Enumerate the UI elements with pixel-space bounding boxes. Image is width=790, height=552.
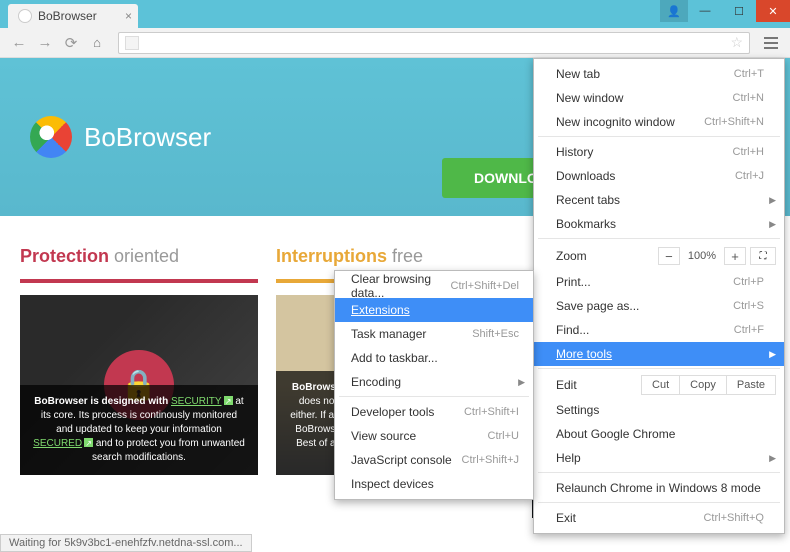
- tab-title: BoBrowser: [38, 9, 97, 23]
- card-accent-bar: [20, 279, 258, 283]
- site-icon: [125, 36, 139, 50]
- card-description: BoBrowser is designed with SECURITY↗ at …: [20, 385, 258, 475]
- brand-logo-wrap: BoBrowser: [30, 116, 211, 158]
- submenu-task-manager[interactable]: Task managerShift+Esc: [335, 322, 533, 346]
- chevron-right-icon: ▶: [769, 195, 776, 206]
- status-bar: Waiting for 5k9v3bc1-enehfzfv.netdna-ssl…: [0, 534, 252, 552]
- menu-help[interactable]: Help▶: [534, 446, 784, 470]
- back-button[interactable]: ←: [8, 32, 30, 54]
- user-icon[interactable]: 👤: [660, 0, 688, 22]
- menu-print[interactable]: Print...Ctrl+P: [534, 270, 784, 294]
- maximize-button[interactable]: ☐: [722, 0, 756, 22]
- menu-more-tools[interactable]: More tools▶: [534, 342, 784, 366]
- menu-new-window[interactable]: New windowCtrl+N: [534, 86, 784, 110]
- external-link-icon: ↗: [84, 438, 93, 447]
- window-close-button[interactable]: ✕: [756, 0, 790, 22]
- submenu-view-source[interactable]: View sourceCtrl+U: [335, 424, 533, 448]
- edit-paste-button[interactable]: Paste: [726, 375, 776, 395]
- card-protection: Protection oriented 🔒 BoBrowser is desig…: [20, 246, 258, 518]
- menu-new-tab[interactable]: New tabCtrl+T: [534, 62, 784, 86]
- more-tools-submenu: Clear browsing data...Ctrl+Shift+Del Ext…: [334, 270, 534, 500]
- hamburger-menu-button[interactable]: [760, 32, 782, 54]
- chevron-right-icon: ▶: [769, 219, 776, 230]
- submenu-inspect-devices[interactable]: Inspect devices: [335, 472, 533, 496]
- minimize-button[interactable]: —: [688, 0, 722, 22]
- submenu-js-console[interactable]: JavaScript consoleCtrl+Shift+J: [335, 448, 533, 472]
- external-link-icon: ↗: [224, 396, 233, 405]
- submenu-add-taskbar[interactable]: Add to taskbar...: [335, 346, 533, 370]
- browser-tab[interactable]: BoBrowser ×: [8, 4, 138, 28]
- titlebar: BoBrowser × 👤 — ☐ ✕: [0, 0, 790, 28]
- tab-favicon: [18, 9, 32, 23]
- forward-button[interactable]: →: [34, 32, 56, 54]
- submenu-clear-data[interactable]: Clear browsing data...Ctrl+Shift+Del: [335, 274, 533, 298]
- brand-logo-icon: [30, 116, 72, 158]
- chevron-right-icon: ▶: [769, 453, 776, 464]
- menu-zoom: Zoom − 100% + ⛶: [534, 242, 784, 270]
- main-menu: New tabCtrl+T New windowCtrl+N New incog…: [533, 58, 785, 534]
- tab-close-icon[interactable]: ×: [125, 9, 132, 23]
- menu-settings[interactable]: Settings: [534, 398, 784, 422]
- address-bar[interactable]: ☆: [118, 32, 750, 54]
- chevron-right-icon: ▶: [518, 377, 525, 388]
- card-title: Interruptions free: [276, 246, 514, 267]
- menu-downloads[interactable]: DownloadsCtrl+J: [534, 164, 784, 188]
- zoom-value: 100%: [684, 250, 720, 262]
- submenu-extensions[interactable]: Extensions: [335, 298, 533, 322]
- edit-copy-button[interactable]: Copy: [679, 375, 727, 395]
- menu-bookmarks[interactable]: Bookmarks▶: [534, 212, 784, 236]
- fullscreen-button[interactable]: ⛶: [750, 247, 776, 265]
- menu-edit: Edit Cut Copy Paste: [534, 372, 784, 398]
- edit-cut-button[interactable]: Cut: [641, 375, 680, 395]
- menu-new-incognito[interactable]: New incognito windowCtrl+Shift+N: [534, 110, 784, 134]
- menu-exit[interactable]: ExitCtrl+Shift+Q: [534, 506, 784, 530]
- menu-save-page[interactable]: Save page as...Ctrl+S: [534, 294, 784, 318]
- home-button[interactable]: ⌂: [86, 32, 108, 54]
- chevron-right-icon: ▶: [769, 349, 776, 360]
- card-title: Protection oriented: [20, 246, 258, 267]
- toolbar: ← → ⟳ ⌂ ☆: [0, 28, 790, 58]
- menu-relaunch[interactable]: Relaunch Chrome in Windows 8 mode: [534, 476, 784, 500]
- card-image: 🔒 BoBrowser is designed with SECURITY↗ a…: [20, 295, 258, 475]
- brand-name: BoBrowser: [84, 122, 211, 153]
- reload-button[interactable]: ⟳: [60, 32, 82, 54]
- zoom-in-button[interactable]: +: [724, 247, 746, 265]
- menu-about[interactable]: About Google Chrome: [534, 422, 784, 446]
- bookmark-star-icon[interactable]: ☆: [730, 34, 743, 51]
- menu-find[interactable]: Find...Ctrl+F: [534, 318, 784, 342]
- menu-history[interactable]: HistoryCtrl+H: [534, 140, 784, 164]
- submenu-developer-tools[interactable]: Developer toolsCtrl+Shift+I: [335, 400, 533, 424]
- submenu-encoding[interactable]: Encoding▶: [335, 370, 533, 394]
- menu-recent-tabs[interactable]: Recent tabs▶: [534, 188, 784, 212]
- zoom-out-button[interactable]: −: [658, 247, 680, 265]
- window-controls: 👤 — ☐ ✕: [660, 0, 790, 22]
